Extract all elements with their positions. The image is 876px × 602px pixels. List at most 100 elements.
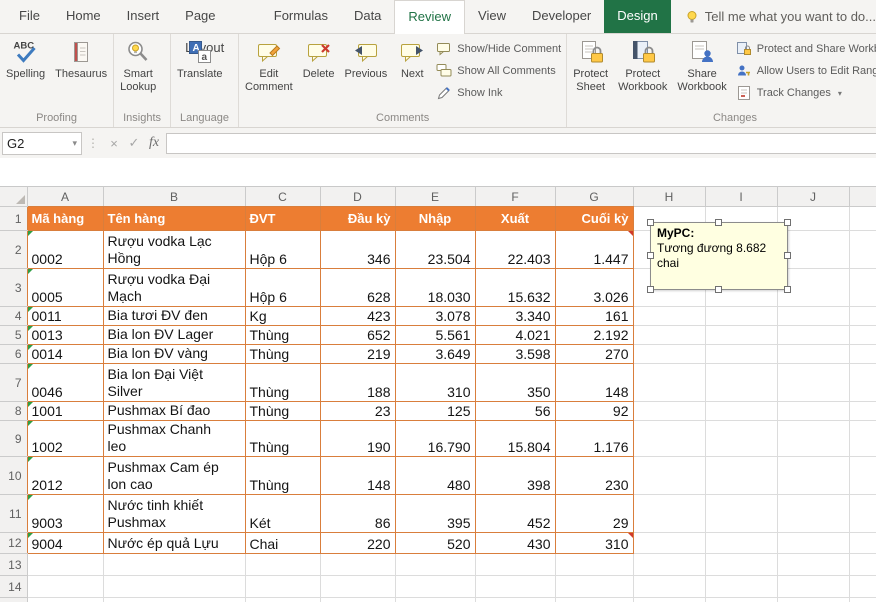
cell-A4[interactable]: 0011 [27, 307, 103, 326]
cell-D6[interactable]: 219 [320, 345, 395, 364]
cell-D8[interactable]: 23 [320, 402, 395, 421]
formula-input[interactable] [166, 133, 876, 154]
tab-review[interactable]: Review [394, 0, 465, 34]
row-header-3[interactable]: 3 [0, 269, 27, 307]
cell-E12[interactable]: 520 [395, 533, 475, 554]
cell-D15[interactable] [320, 598, 395, 602]
tab-design[interactable]: Design [604, 0, 670, 33]
enter-button[interactable]: ✓ [124, 135, 144, 151]
cell-C5[interactable]: Thùng [245, 326, 320, 345]
name-box-dropdown-icon[interactable]: ▾ [72, 138, 77, 149]
cell-G11[interactable]: 29 [555, 495, 633, 533]
cell-G2[interactable]: 1.447 [555, 231, 633, 269]
column-header-A[interactable]: A [27, 187, 103, 207]
cell-C14[interactable] [245, 576, 320, 598]
cell-D4[interactable]: 423 [320, 307, 395, 326]
cell-G7[interactable]: 148 [555, 364, 633, 402]
cell-F14[interactable] [475, 576, 555, 598]
cell-C6[interactable]: Thùng [245, 345, 320, 364]
next-comment-button[interactable]: Next [392, 35, 432, 107]
cell-B15[interactable] [103, 598, 245, 602]
cell-H14[interactable] [633, 576, 705, 598]
cell-B13[interactable] [103, 554, 245, 576]
cell-D5[interactable]: 652 [320, 326, 395, 345]
cell-D9[interactable]: 190 [320, 421, 395, 457]
row-header-10[interactable]: 10 [0, 457, 27, 495]
select-all-button[interactable] [0, 187, 27, 207]
cell-H6[interactable] [633, 345, 705, 364]
cell-C7[interactable]: Thùng [245, 364, 320, 402]
cell-D10[interactable]: 148 [320, 457, 395, 495]
selection-handle-ne[interactable] [784, 219, 791, 226]
cell-J12[interactable] [777, 533, 849, 554]
cell-D1[interactable]: Đầu kỳ [320, 207, 395, 231]
row-header-15[interactable]: 15 [0, 598, 27, 602]
cell-F10[interactable]: 398 [475, 457, 555, 495]
cell-overflow-11[interactable] [849, 495, 876, 533]
name-box[interactable]: G2 ▾ [2, 132, 82, 155]
cell-D11[interactable]: 86 [320, 495, 395, 533]
cell-D14[interactable] [320, 576, 395, 598]
cell-G10[interactable]: 230 [555, 457, 633, 495]
cell-E4[interactable]: 3.078 [395, 307, 475, 326]
cell-F13[interactable] [475, 554, 555, 576]
cell-H12[interactable] [633, 533, 705, 554]
cell-G15[interactable] [555, 598, 633, 602]
smart-lookup-button[interactable]: Smart Lookup [115, 35, 161, 107]
cell-I4[interactable] [705, 307, 777, 326]
cell-B8[interactable]: Pushmax Bí đao [103, 402, 245, 421]
cell-A2[interactable]: 0002 [27, 231, 103, 269]
cell-A8[interactable]: 1001 [27, 402, 103, 421]
cell-D13[interactable] [320, 554, 395, 576]
cell-C12[interactable]: Chai [245, 533, 320, 554]
cell-B6[interactable]: Bia lon ĐV vàng [103, 345, 245, 364]
cell-A9[interactable]: 1002 [27, 421, 103, 457]
cell-E2[interactable]: 23.504 [395, 231, 475, 269]
cell-J10[interactable] [777, 457, 849, 495]
cell-I7[interactable] [705, 364, 777, 402]
comment-box[interactable]: MyPC: Tương đương 8.682 chai [650, 222, 788, 290]
cell-I14[interactable] [705, 576, 777, 598]
cell-D3[interactable]: 628 [320, 269, 395, 307]
cell-J15[interactable] [777, 598, 849, 602]
tell-me-box[interactable]: Tell me what you want to do... [685, 0, 876, 33]
tab-page-layout[interactable]: Page Layout [172, 0, 261, 33]
cell-H15[interactable] [633, 598, 705, 602]
cell-H13[interactable] [633, 554, 705, 576]
tab-insert[interactable]: Insert [114, 0, 173, 33]
cell-G13[interactable] [555, 554, 633, 576]
tab-file[interactable]: File [6, 0, 53, 33]
cell-B5[interactable]: Bia lon ĐV Lager [103, 326, 245, 345]
selection-handle-n[interactable] [715, 219, 722, 226]
cell-A15[interactable] [27, 598, 103, 602]
row-header-12[interactable]: 12 [0, 533, 27, 554]
cell-H8[interactable] [633, 402, 705, 421]
cell-G14[interactable] [555, 576, 633, 598]
cell-E3[interactable]: 18.030 [395, 269, 475, 307]
cell-D2[interactable]: 346 [320, 231, 395, 269]
cell-F1[interactable]: Xuất [475, 207, 555, 231]
cell-E8[interactable]: 125 [395, 402, 475, 421]
cell-J4[interactable] [777, 307, 849, 326]
cell-overflow-15[interactable] [849, 598, 876, 602]
cell-F2[interactable]: 22.403 [475, 231, 555, 269]
cell-D7[interactable]: 188 [320, 364, 395, 402]
row-header-6[interactable]: 6 [0, 345, 27, 364]
cell-A12[interactable]: 9004 [27, 533, 103, 554]
show-ink-button[interactable]: Show Ink [436, 84, 561, 102]
column-header-H[interactable]: H [633, 187, 705, 207]
cell-F12[interactable]: 430 [475, 533, 555, 554]
row-header-5[interactable]: 5 [0, 326, 27, 345]
row-header-14[interactable]: 14 [0, 576, 27, 598]
cell-E5[interactable]: 5.561 [395, 326, 475, 345]
cell-A14[interactable] [27, 576, 103, 598]
cell-C8[interactable]: Thùng [245, 402, 320, 421]
cell-B3[interactable]: Rượu vodka Đại Mạch [103, 269, 245, 307]
cell-I9[interactable] [705, 421, 777, 457]
cell-B12[interactable]: Nước ép quả Lựu [103, 533, 245, 554]
cell-B4[interactable]: Bia tươi ĐV đen [103, 307, 245, 326]
cell-F7[interactable]: 350 [475, 364, 555, 402]
column-header-B[interactable]: B [103, 187, 245, 207]
cell-G5[interactable]: 2.192 [555, 326, 633, 345]
cell-overflow-9[interactable] [849, 421, 876, 457]
